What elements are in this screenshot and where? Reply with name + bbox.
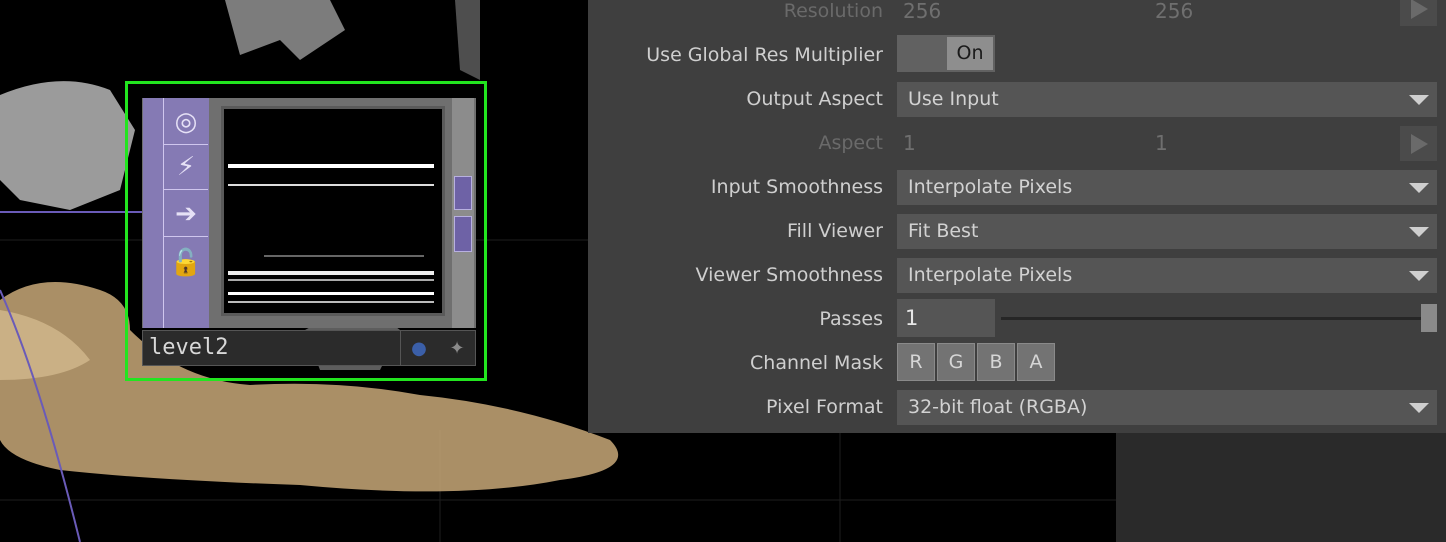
pixel-format-dropdown[interactable]: 32-bit float (RGBA) [897,390,1437,425]
resolution-expand-icon[interactable] [1400,0,1437,26]
toggle-on-label: On [947,37,993,70]
aspect-expand-icon[interactable] [1400,126,1437,161]
add-icon[interactable]: ✦ [443,335,471,361]
chevron-down-icon [1409,183,1429,193]
resolution-height[interactable]: 256 [1155,0,1193,31]
node-name[interactable]: level2 [143,331,401,365]
fill-viewer-value: Fit Best [908,220,979,242]
scroll-tab-lower[interactable] [454,216,472,252]
output-aspect-value: Use Input [908,88,999,110]
param-viewer-smoothness: Viewer Smoothness Interpolate Pixels [588,255,1446,295]
output-aspect-dropdown[interactable]: Use Input [897,82,1437,117]
resolution-label: Resolution [783,0,883,22]
channel-mask-label: Channel Mask [750,352,883,374]
aspect-y[interactable]: 1 [1155,123,1168,163]
param-resolution: Resolution 256 256 [588,0,1446,31]
viewer-toggle-icon[interactable]: ◎ [164,100,208,145]
output-aspect-label: Output Aspect [746,88,883,110]
param-global-res: Use Global Res Multiplier [588,35,1446,75]
viewer-smoothness-dropdown[interactable]: Interpolate Pixels [897,258,1437,293]
node-footer: level2 ● ✦ [142,330,476,366]
bypass-icon[interactable]: ⚡ [164,145,208,190]
channel-g-toggle[interactable]: G [937,343,975,381]
fill-viewer-label: Fill Viewer [786,220,883,242]
viewer-smoothness-value: Interpolate Pixels [908,264,1073,286]
param-fill-viewer: Fill Viewer Fit Best [588,211,1446,251]
passes-slider[interactable] [1001,317,1421,320]
passes-field[interactable]: 1 [897,299,995,337]
input-smoothness-value: Interpolate Pixels [908,176,1073,198]
input-smoothness-label: Input Smoothness [710,176,883,198]
aspect-label: Aspect [818,132,883,154]
param-output-aspect: Output Aspect Use Input [588,79,1446,119]
render-flag-icon[interactable]: ● [405,335,433,361]
resolution-width[interactable]: 256 [903,0,941,31]
pixel-format-label: Pixel Format [766,396,883,418]
export-arrow-icon[interactable]: ➔ [164,192,208,237]
pixel-format-value: 32-bit float (RGBA) [908,396,1088,418]
input-smoothness-dropdown[interactable]: Interpolate Pixels [897,170,1437,205]
param-pixel-format: Pixel Format 32-bit float (RGBA) [588,387,1446,427]
node-preview[interactable] [221,106,445,316]
fill-viewer-dropdown[interactable]: Fit Best [897,214,1437,249]
viewer-smoothness-label: Viewer Smoothness [695,264,883,286]
node-scrollbar[interactable] [452,98,474,328]
param-aspect: Aspect 1 1 [588,123,1446,163]
passes-label: Passes [819,308,883,330]
chevron-down-icon [1409,95,1429,105]
parameter-panel: Resolution 256 256 Use Global Res Multip… [588,0,1446,433]
chevron-down-icon [1409,403,1429,413]
global-res-toggle[interactable]: On [897,35,995,72]
chevron-down-icon [1409,271,1429,281]
channel-a-toggle[interactable]: A [1017,343,1055,381]
channel-r-toggle[interactable]: R [897,343,935,381]
passes-slider-handle[interactable] [1421,304,1437,332]
scroll-tab-upper[interactable] [454,176,472,210]
channel-b-toggle[interactable]: B [977,343,1015,381]
viewer-pane-right [1116,433,1446,542]
preview-image [228,164,434,303]
param-input-smoothness: Input Smoothness Interpolate Pixels [588,167,1446,207]
global-res-label: Use Global Res Multiplier [646,44,883,66]
chevron-down-icon [1409,227,1429,237]
aspect-x[interactable]: 1 [903,123,916,163]
lock-icon[interactable]: 🔓 [164,240,208,285]
